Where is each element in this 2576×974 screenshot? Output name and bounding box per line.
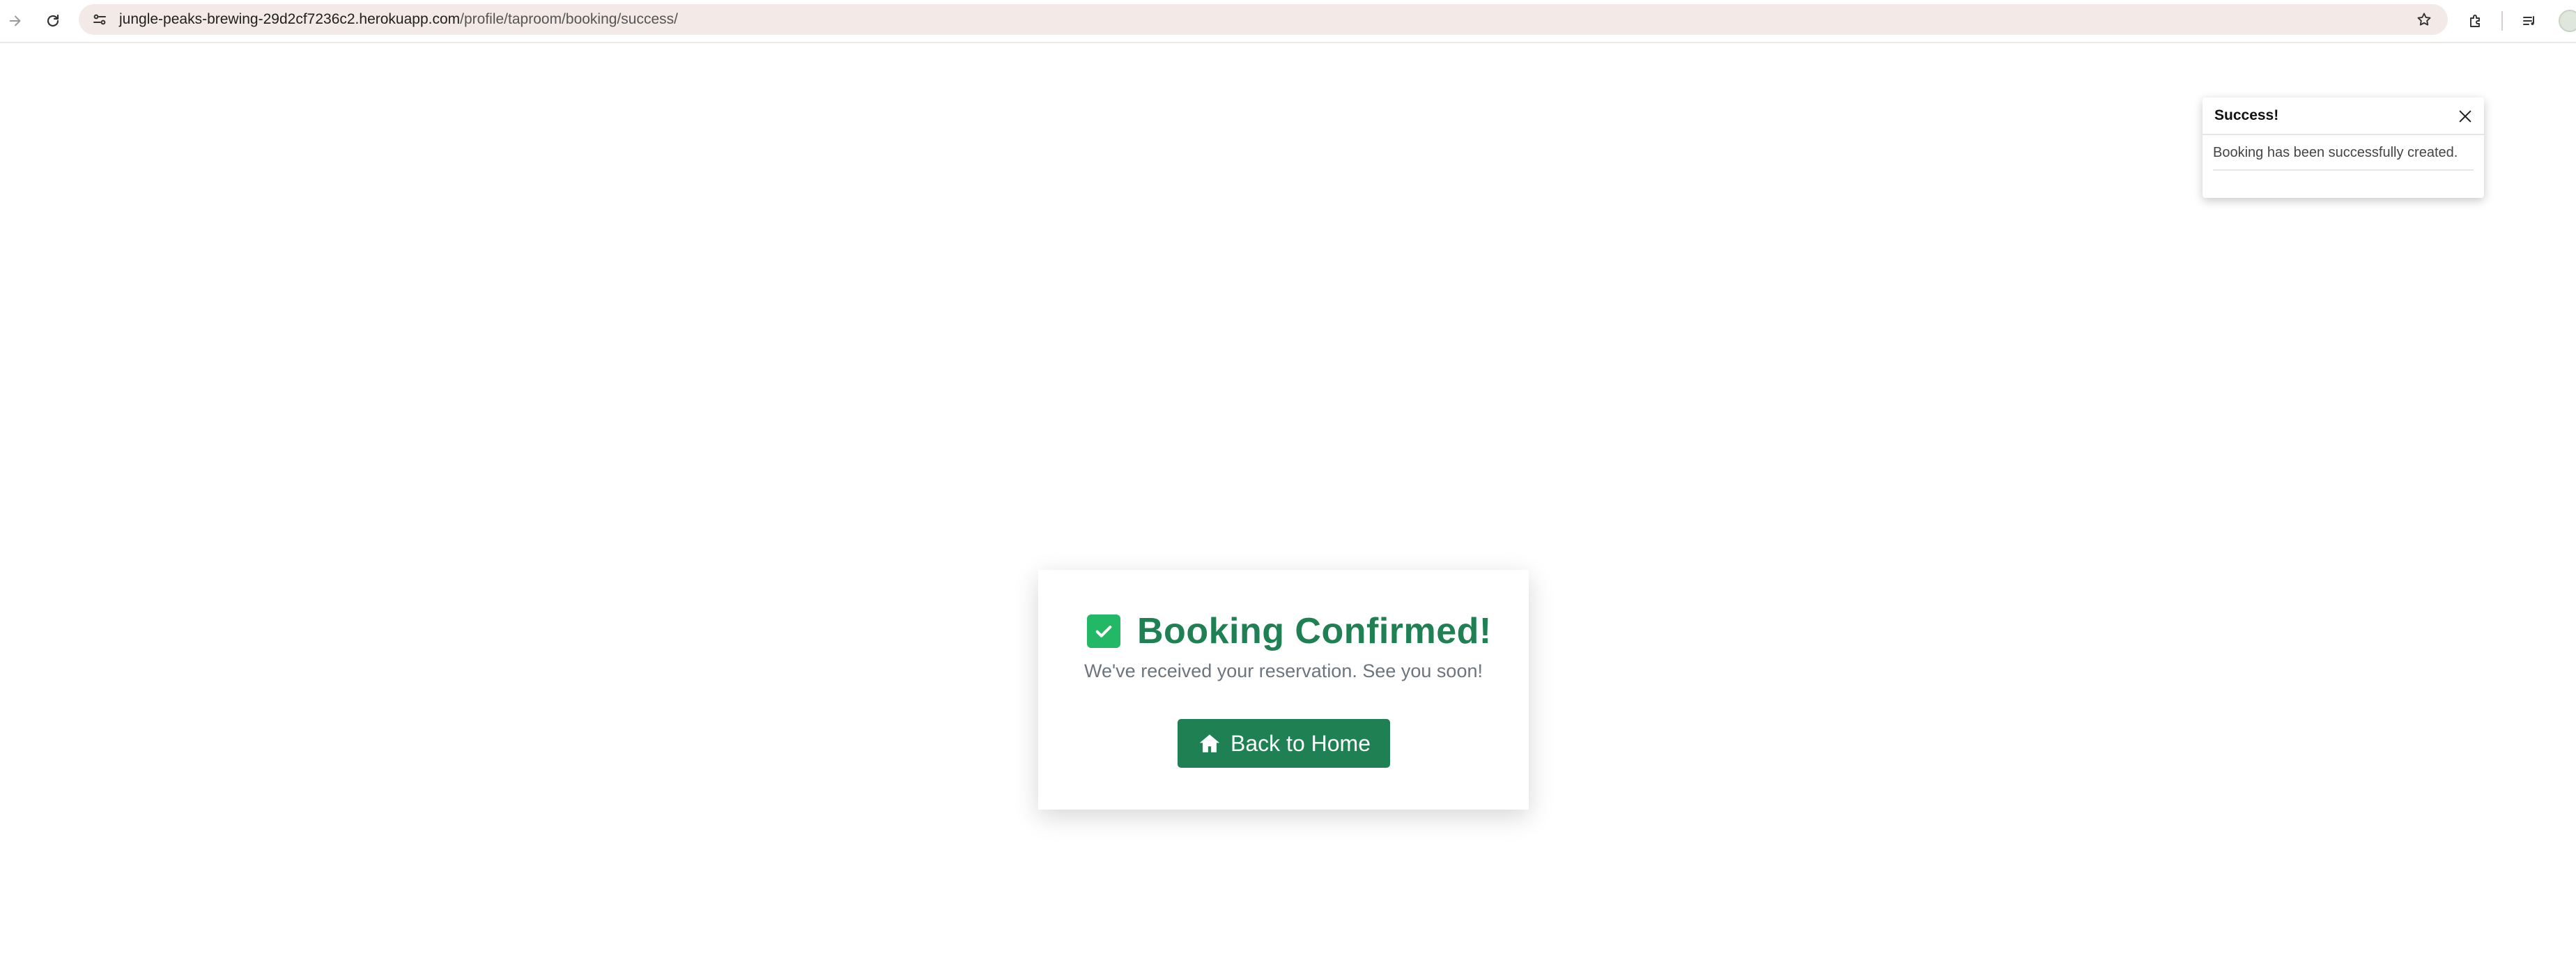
toast-title: Success! [2214,107,2279,123]
url-path: /profile/taproom/booking/success/ [460,11,678,27]
site-info-icon[interactable] [88,8,111,31]
toolbar-divider [2501,11,2503,31]
url-host: jungle-peaks-brewing-29d2cf7236c2.heroku… [119,11,461,27]
close-icon[interactable] [2455,106,2476,127]
booking-confirmation-card: Booking Confirmed! We've received your r… [1038,570,1529,810]
check-square-icon [1087,614,1120,648]
toast-message: Booking has been successfully created. [2213,145,2474,171]
address-bar[interactable]: jungle-peaks-brewing-29d2cf7236c2.heroku… [79,4,2448,35]
extensions-icon[interactable] [2463,8,2488,33]
profile-avatar[interactable] [2559,10,2576,32]
confirmation-subtitle: We've received your reservation. See you… [1084,660,1483,681]
media-controls-icon[interactable] [2517,8,2542,33]
back-to-home-button[interactable]: Back to Home [1178,719,1390,768]
browser-toolbar: jungle-peaks-brewing-29d2cf7236c2.heroku… [0,0,2576,43]
page-title: Booking Confirmed! [1137,611,1492,651]
forward-icon[interactable] [3,8,28,33]
url-text[interactable]: jungle-peaks-brewing-29d2cf7236c2.heroku… [119,4,678,35]
card-title-row: Booking Confirmed! [1087,609,1492,654]
reload-icon[interactable] [40,8,65,33]
back-to-home-label: Back to Home [1231,730,1371,756]
home-icon [1197,731,1222,756]
bookmark-star-icon[interactable] [2413,8,2435,31]
success-toast: Success! Booking has been successfully c… [2203,98,2484,198]
toast-header: Success! [2203,98,2484,135]
